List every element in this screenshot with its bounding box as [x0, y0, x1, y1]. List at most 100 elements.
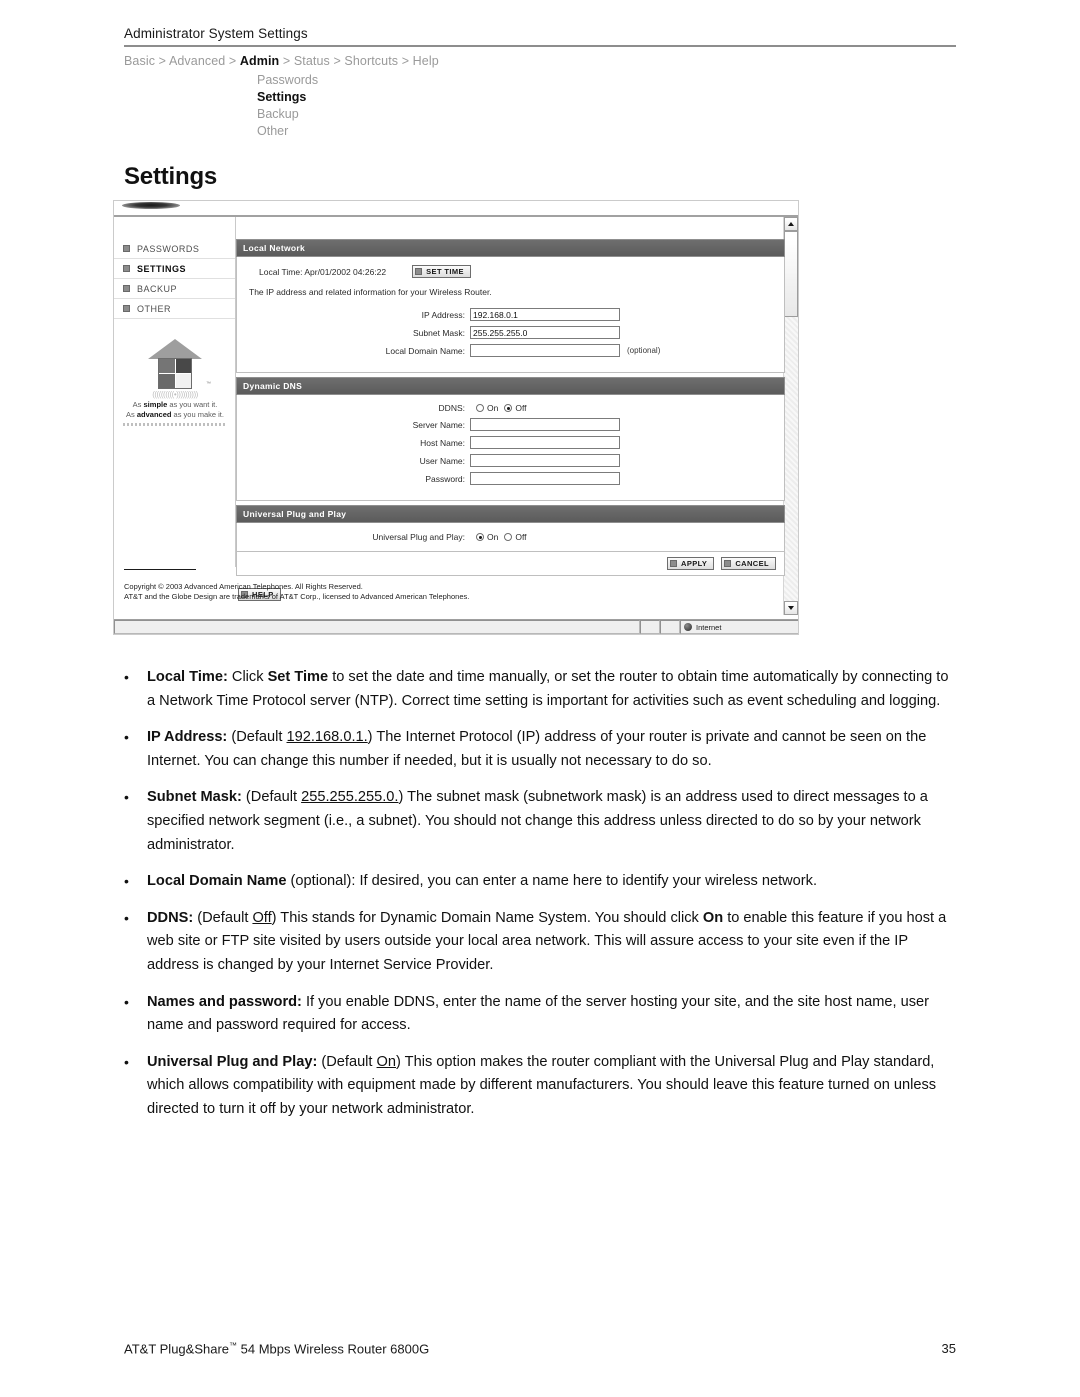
breadcrumb-item-shortcuts[interactable]: Shortcuts	[344, 54, 398, 68]
ddns-on-label: On	[487, 403, 499, 413]
host-name-input[interactable]	[470, 436, 620, 449]
breadcrumb-item-help[interactable]: Help	[413, 54, 439, 68]
dynamic-dns-panel-header: Dynamic DNS	[236, 377, 785, 395]
router-sidebar: PASSWORDS SETTINGS BACKUP OTHER ™ ((((((…	[114, 217, 236, 567]
trademark-mark: ™	[229, 1341, 238, 1350]
bullet-marker: •	[124, 729, 129, 746]
local-time-row: Local Time: Apr/01/2002 04:26:22 SET TIM…	[247, 265, 774, 278]
server-name-input[interactable]	[470, 418, 620, 431]
scrollbar-thumb[interactable]	[784, 231, 798, 317]
password-row: Password:	[247, 472, 774, 485]
user-name-row: User Name:	[247, 454, 774, 467]
list-item: • Local Domain Name (optional): If desire…	[124, 870, 960, 894]
scroll-down-button[interactable]	[784, 601, 798, 615]
sidebar-item-other[interactable]: OTHER	[114, 299, 235, 319]
page-running-head: Administrator System Settings	[124, 26, 308, 41]
square-bullet-icon	[123, 245, 130, 252]
breadcrumb-item-admin[interactable]: Admin	[240, 54, 279, 68]
server-name-label: Server Name:	[412, 419, 465, 430]
status-slot-1	[640, 620, 660, 634]
house-quadrant	[175, 374, 191, 388]
copyright-line-2: AT&T and the Globe Design are trademarks…	[124, 592, 470, 601]
header-divider	[124, 45, 956, 47]
list-item-text: Local Domain Name (optional): If desired…	[147, 873, 818, 890]
list-item-text: Local Time: Click Set Time to set the da…	[147, 669, 949, 709]
subnet-mask-label: Subnet Mask:	[413, 327, 465, 338]
security-zone-indicator[interactable]: Internet	[680, 620, 798, 634]
sub-navigation: Passwords Settings Backup Other	[257, 72, 956, 140]
logo-tagline: As simple as you want it. As advanced as…	[114, 400, 236, 420]
breadcrumb-item-basic[interactable]: Basic	[124, 54, 155, 68]
sidebar-item-label: PASSWORDS	[137, 243, 200, 254]
set-time-button[interactable]: SET TIME	[412, 265, 471, 278]
upnp-toggle-row: Universal Plug and Play: On Off	[247, 532, 774, 542]
browser-content-area: PASSWORDS SETTINGS BACKUP OTHER ™ ((((((…	[114, 217, 798, 615]
router-page-footer: Copyright © 2003 Advanced American Telep…	[114, 569, 795, 602]
local-time-value: Apr/01/2002 04:26:22	[304, 266, 387, 277]
vertical-scrollbar[interactable]	[783, 217, 798, 615]
subnav-item-other[interactable]: Other	[257, 123, 956, 140]
square-bullet-icon	[123, 265, 130, 272]
subnav-item-settings[interactable]: Settings	[257, 89, 956, 106]
page-header: Administrator System Settings Basic > Ad…	[124, 26, 956, 140]
subnav-item-passwords[interactable]: Passwords	[257, 72, 956, 89]
user-name-input[interactable]	[470, 454, 620, 467]
ip-address-row: IP Address:	[247, 308, 774, 321]
sidebar-item-settings[interactable]: SETTINGS	[114, 259, 235, 279]
sidebar-item-passwords[interactable]: PASSWORDS	[114, 239, 235, 259]
list-item: • Local Time: Click Set Time to set the d…	[124, 666, 960, 713]
settings-description-list: • Local Time: Click Set Time to set the d…	[124, 666, 960, 1135]
local-network-description: The IP address and related information f…	[249, 287, 492, 297]
breadcrumb-separator: >	[329, 54, 345, 68]
ip-address-input[interactable]	[470, 308, 620, 321]
house-quadrant	[175, 359, 191, 373]
set-time-label: SET TIME	[426, 267, 464, 276]
sidebar-item-backup[interactable]: BACKUP	[114, 279, 235, 299]
bullet-marker: •	[124, 873, 129, 890]
tagline-line-1: As simple as you want it.	[132, 400, 218, 409]
ip-address-label: IP Address:	[421, 309, 465, 320]
logo-dotted-rule	[123, 423, 227, 426]
footer-divider	[124, 569, 196, 570]
page-title: Settings	[124, 163, 218, 190]
bullet-marker: •	[124, 789, 129, 806]
subnet-mask-row: Subnet Mask:	[247, 326, 774, 339]
house-window-grid	[158, 358, 192, 389]
list-item-text: IP Address: (Default 192.168.0.1.) The I…	[147, 729, 927, 769]
ddns-on-radio[interactable]	[476, 404, 484, 412]
page-footer: AT&T Plug&Share™ 54 Mbps Wireless Router…	[124, 1341, 956, 1356]
bullet-marker: •	[124, 993, 129, 1010]
server-name-row: Server Name:	[247, 418, 774, 431]
local-domain-name-input[interactable]	[470, 344, 620, 357]
footer-product-name: AT&T Plug&Share™ 54 Mbps Wireless Router…	[124, 1341, 430, 1357]
sidebar-item-label: OTHER	[137, 303, 171, 314]
bullet-marker: •	[124, 1053, 129, 1070]
subnet-mask-input[interactable]	[470, 326, 620, 339]
list-item: • DDNS: (Default Off) This stands for Dyn…	[124, 907, 960, 978]
square-bullet-icon	[670, 560, 678, 567]
host-name-row: Host Name:	[247, 436, 774, 449]
chevron-down-icon	[788, 606, 794, 610]
ddns-label: DDNS:	[438, 403, 465, 413]
upnp-off-radio[interactable]	[504, 533, 513, 541]
upnp-on-radio[interactable]	[476, 533, 484, 541]
ddns-radio-group: On Off	[470, 403, 527, 413]
router-main-panel: Local Network Local Time: Apr/01/2002 04…	[236, 239, 785, 603]
breadcrumb-item-advanced[interactable]: Advanced	[169, 54, 225, 68]
list-item: • Universal Plug and Play: (Default On) T…	[124, 1051, 960, 1122]
browser-status-bar: Internet	[114, 619, 798, 634]
cancel-label: CANCEL	[735, 559, 769, 568]
page-number: 35	[941, 1341, 956, 1357]
password-input[interactable]	[470, 472, 620, 485]
bullet-marker: •	[124, 909, 129, 926]
ddns-off-radio[interactable]	[504, 404, 513, 412]
breadcrumb-item-status[interactable]: Status	[294, 54, 330, 68]
breadcrumb-separator: >	[225, 54, 240, 68]
subnav-item-backup[interactable]: Backup	[257, 106, 956, 123]
scrollbar-track[interactable]	[784, 231, 798, 601]
ddns-toggle-row: DDNS: On Off	[247, 403, 774, 413]
local-domain-name-label: Local Domain Name:	[385, 345, 465, 356]
scroll-up-button[interactable]	[784, 217, 798, 231]
sidebar-item-label: BACKUP	[137, 283, 178, 294]
breadcrumb-separator: >	[155, 54, 169, 68]
